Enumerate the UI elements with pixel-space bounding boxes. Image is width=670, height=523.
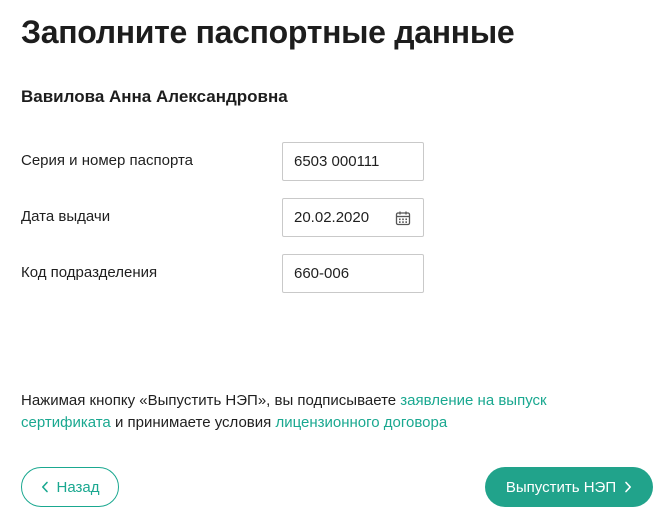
consent-text-middle: и принимаете условия [110,414,276,431]
issue-nep-button[interactable]: Выпустить НЭП [485,467,653,507]
division-code-value: 660-006 [294,265,350,282]
passport-number-value: 6503 000111 [294,153,380,170]
back-button[interactable]: Назад [21,467,119,507]
division-code-label: Код подразделения [21,264,158,281]
issue-date-label: Дата выдачи [21,208,111,225]
consent-text-before: Нажимая кнопку «Выпустить НЭП», вы подпи… [21,392,401,409]
chevron-left-icon [41,481,48,493]
issue-date-input[interactable]: 20.02.2020 [282,198,424,237]
passport-number-row: Серия и номер паспорта 6503 000111 [21,142,424,182]
issue-nep-button-label: Выпустить НЭП [505,478,617,496]
passport-number-label: Серия и номер паспорта [21,152,194,169]
license-agreement-link[interactable]: лицензионного договора [275,414,447,431]
user-full-name: Вавилова Анна Александровна [21,87,288,106]
issue-date-row: Дата выдачи 20.02.2020 [21,198,424,238]
issue-date-value: 20.02.2020 [294,209,370,226]
consent-text: Нажимая кнопку «Выпустить НЭП», вы подпи… [21,390,621,434]
division-code-input[interactable]: 660-006 [282,254,424,293]
page-title: Заполните паспортные данные [21,14,515,50]
passport-number-input[interactable]: 6503 000111 [282,142,424,181]
chevron-right-icon [625,481,632,493]
division-code-row: Код подразделения 660-006 [21,254,424,294]
back-button-label: Назад [56,478,100,496]
calendar-icon[interactable] [395,210,411,226]
